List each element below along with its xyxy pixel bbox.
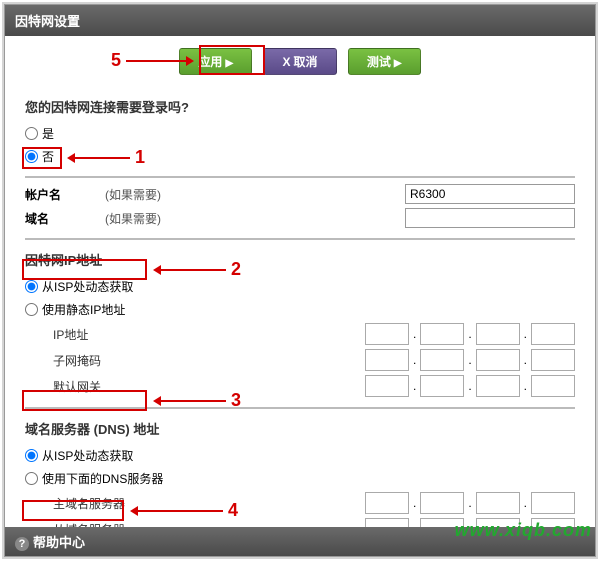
divider — [25, 407, 575, 409]
panel-title: 因特网设置 — [5, 5, 595, 36]
play-icon: ▶ — [225, 58, 233, 69]
ip-dynamic-label: 从ISP处动态获取 — [42, 278, 133, 295]
test-button[interactable]: 测试▶ — [348, 48, 421, 75]
ip-static-label: 使用静态IP地址 — [42, 301, 125, 318]
ip-address-label: IP地址 — [53, 326, 193, 343]
ip-address-input[interactable]: ... — [365, 323, 575, 345]
subnet-label: 子网掩码 — [53, 352, 193, 369]
play-icon: ▶ — [394, 58, 402, 69]
divider — [25, 176, 575, 178]
account-name-label: 帐户名 — [25, 186, 105, 203]
cancel-button[interactable]: X取消 — [263, 48, 336, 75]
close-icon: X — [282, 55, 290, 69]
dns-primary-label: 主域名服务器 — [53, 495, 193, 512]
login-yes-label: 是 — [42, 125, 54, 142]
ip-static-radio[interactable] — [25, 303, 38, 316]
login-no-label: 否 — [42, 148, 54, 165]
subnet-input[interactable]: ... — [365, 349, 575, 371]
ip-section-title: 因特网IP地址 — [25, 250, 575, 269]
scroll-area[interactable]: 您的因特网连接需要登录吗? 是 否 帐户名 (如果需要) 域名 (如果需要) 因… — [5, 87, 595, 527]
dns-dynamic-label: 从ISP处动态获取 — [42, 447, 133, 464]
dns-manual-radio[interactable] — [25, 472, 38, 485]
ip-dynamic-radio[interactable] — [25, 280, 38, 293]
hint-text: (如果需要) — [105, 186, 161, 203]
dns-section-title: 域名服务器 (DNS) 地址 — [25, 419, 575, 438]
hint-text: (如果需要) — [105, 210, 161, 227]
dns-secondary-label: 从域名服务器 — [53, 521, 193, 528]
login-question: 您的因特网连接需要登录吗? — [25, 97, 575, 116]
domain-label: 域名 — [25, 210, 105, 227]
gateway-input[interactable]: ... — [365, 375, 575, 397]
account-name-input[interactable] — [405, 184, 575, 204]
dns-manual-label: 使用下面的DNS服务器 — [42, 470, 163, 487]
dns-primary-input[interactable]: ... — [365, 492, 575, 514]
login-no-radio[interactable] — [25, 150, 38, 163]
toolbar: 应用▶ X取消 测试▶ — [5, 36, 595, 87]
gateway-label: 默认网关 — [53, 378, 193, 395]
login-yes-radio[interactable] — [25, 127, 38, 140]
help-icon[interactable]: ? — [15, 537, 29, 551]
divider — [25, 238, 575, 240]
domain-input[interactable] — [405, 208, 575, 228]
dns-dynamic-radio[interactable] — [25, 449, 38, 462]
apply-button[interactable]: 应用▶ — [179, 48, 252, 75]
watermark: www.xiqb.com — [455, 520, 592, 541]
